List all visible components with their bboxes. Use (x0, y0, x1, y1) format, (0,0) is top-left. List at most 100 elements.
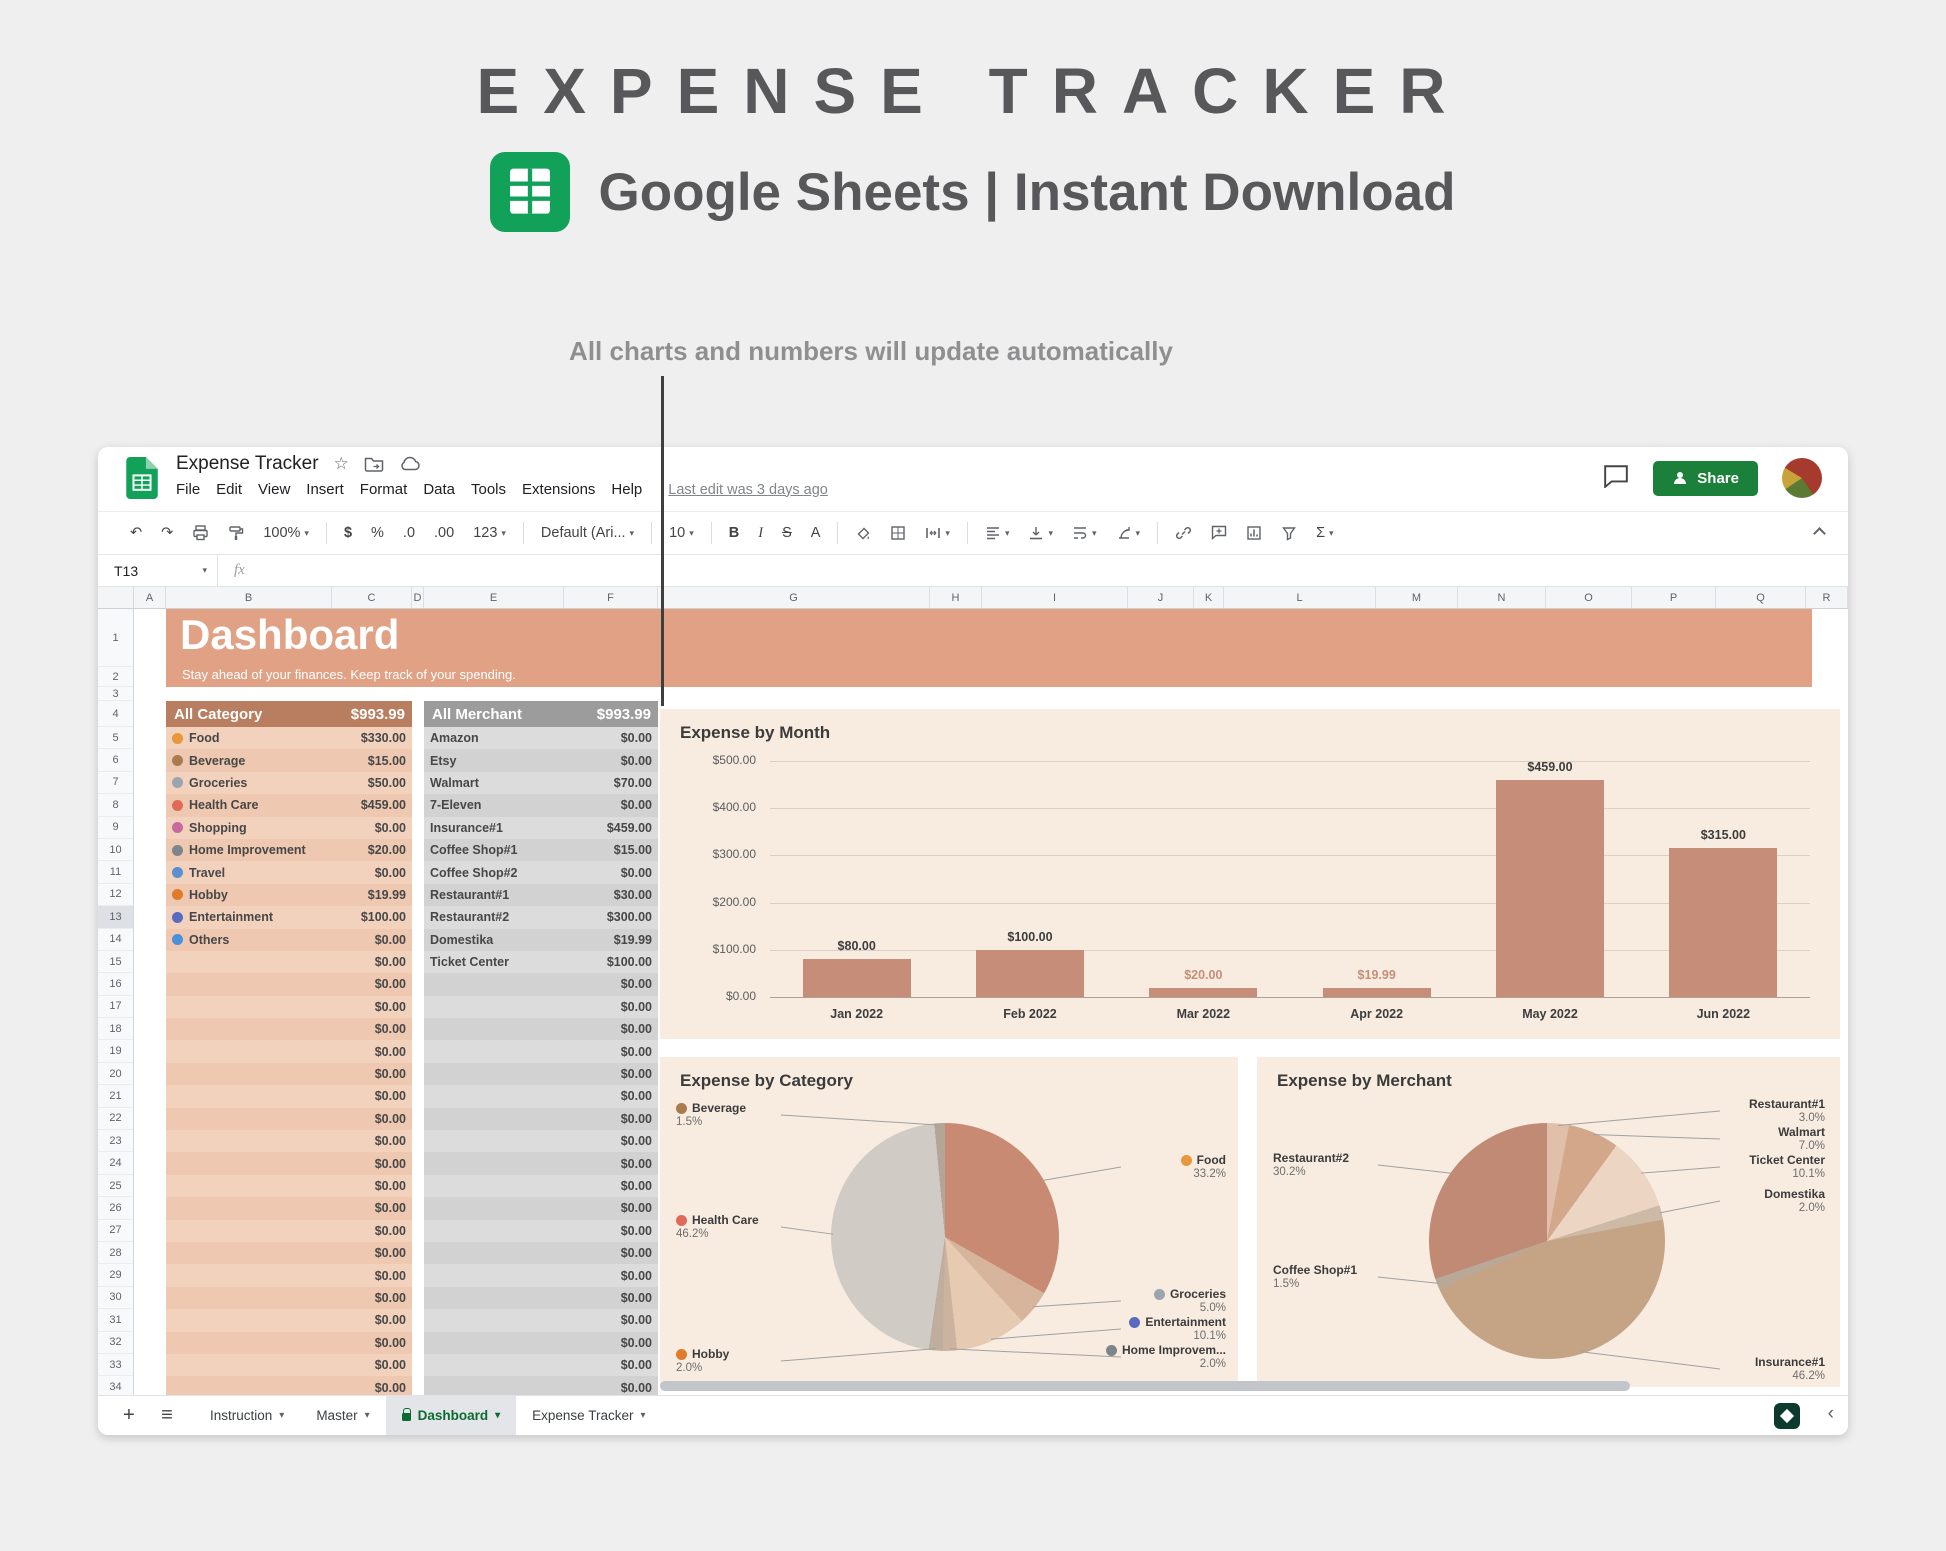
italic-button[interactable]: I (750, 521, 771, 546)
row-header-23[interactable]: 23 (98, 1130, 133, 1152)
row-header-26[interactable]: 26 (98, 1197, 133, 1219)
borders-icon[interactable] (882, 521, 914, 545)
table-row[interactable]: $0.00 (424, 996, 658, 1018)
table-row[interactable]: $0.00 (424, 1197, 658, 1219)
table-row[interactable]: $0.00 (424, 1354, 658, 1376)
row-header-9[interactable]: 9 (98, 817, 133, 839)
row-header-16[interactable]: 16 (98, 973, 133, 995)
paint-format-icon[interactable] (220, 521, 252, 545)
horizontal-align-icon[interactable]: ▾ (977, 521, 1018, 545)
table-row[interactable]: $0.00 (424, 1085, 658, 1107)
table-row[interactable]: $0.00 (424, 973, 658, 995)
table-row[interactable]: $0.00 (166, 1085, 412, 1107)
column-header-G[interactable]: G (658, 587, 930, 608)
all-sheets-icon[interactable]: ≡ (148, 1404, 186, 1427)
column-header-E[interactable]: E (424, 587, 564, 608)
table-row[interactable]: Health Care$459.00 (166, 794, 412, 816)
column-header-P[interactable]: P (1632, 587, 1716, 608)
table-row[interactable]: $0.00 (424, 1063, 658, 1085)
bold-button[interactable]: B (721, 521, 747, 545)
strikethrough-button[interactable]: S (774, 521, 800, 545)
column-header-N[interactable]: N (1458, 587, 1546, 608)
table-row[interactable]: $0.00 (166, 1130, 412, 1152)
table-row[interactable]: $0.00 (166, 1063, 412, 1085)
table-row[interactable]: Domestika$19.99 (424, 929, 658, 951)
add-sheet-icon[interactable]: + (110, 1404, 148, 1427)
column-header-H[interactable]: H (930, 587, 982, 608)
zoom-select[interactable]: 100%▾ (255, 521, 317, 545)
table-row[interactable]: Etsy$0.00 (424, 749, 658, 771)
insert-link-icon[interactable] (1167, 521, 1200, 545)
row-header-12[interactable]: 12 (98, 884, 133, 906)
row-header-17[interactable]: 17 (98, 996, 133, 1018)
table-row[interactable]: $0.00 (424, 1332, 658, 1354)
last-edit-link[interactable]: Last edit was 3 days ago (668, 482, 828, 498)
column-header-B[interactable]: B (166, 587, 332, 608)
column-header-Q[interactable]: Q (1716, 587, 1806, 608)
table-row[interactable]: $0.00 (424, 1220, 658, 1242)
horizontal-scrollbar[interactable] (660, 1381, 1630, 1391)
font-size-select[interactable]: 10▾ (661, 521, 702, 545)
row-header-6[interactable]: 6 (98, 749, 133, 771)
undo-icon[interactable]: ↶ (122, 521, 150, 545)
table-row[interactable]: $0.00 (424, 1175, 658, 1197)
number-format-button[interactable]: 123▾ (465, 521, 514, 545)
table-row[interactable]: Restaurant#1$30.00 (424, 884, 658, 906)
explore-icon[interactable] (1774, 1403, 1800, 1429)
table-row[interactable]: Insurance#1$459.00 (424, 817, 658, 839)
insert-comment-icon[interactable] (1203, 521, 1235, 545)
table-row[interactable]: Amazon$0.00 (424, 727, 658, 749)
table-row[interactable]: $0.00 (424, 1040, 658, 1062)
format-percent-button[interactable]: % (363, 521, 392, 545)
column-header-R[interactable]: R (1806, 587, 1848, 608)
sheets-file-icon[interactable] (126, 457, 158, 504)
star-icon[interactable]: ☆ (334, 454, 349, 474)
tab-master[interactable]: Master▾ (300, 1396, 385, 1435)
row-header-1[interactable]: 1 (98, 609, 133, 667)
category-pie-card[interactable]: Expense by Category Food33.2%Groceries5.… (660, 1057, 1238, 1387)
table-row[interactable]: Home Improvement$20.00 (166, 839, 412, 861)
menu-data[interactable]: Data (415, 481, 463, 498)
row-header-22[interactable]: 22 (98, 1108, 133, 1130)
functions-button[interactable]: Σ▾ (1308, 521, 1342, 545)
table-row[interactable]: Others$0.00 (166, 929, 412, 951)
row-header-11[interactable]: 11 (98, 861, 133, 883)
table-row[interactable]: $0.00 (424, 1376, 658, 1395)
row-header-30[interactable]: 30 (98, 1287, 133, 1309)
cloud-status-icon[interactable] (399, 456, 421, 472)
row-header-13[interactable]: 13 (98, 906, 133, 928)
merchant-pie-card[interactable]: Expense by Merchant Restaurant#13.0%Walm… (1257, 1057, 1840, 1387)
font-select[interactable]: Default (Ari...▾ (533, 521, 642, 545)
table-row[interactable]: $0.00 (166, 996, 412, 1018)
increase-decimals-button[interactable]: .00 (426, 521, 462, 545)
table-row[interactable]: Entertainment$100.00 (166, 906, 412, 928)
table-row[interactable]: $0.00 (166, 1152, 412, 1174)
table-row[interactable]: $0.00 (424, 1287, 658, 1309)
table-row[interactable]: Coffee Shop#2$0.00 (424, 861, 658, 883)
table-row[interactable]: $0.00 (424, 1018, 658, 1040)
table-row[interactable]: Beverage$15.00 (166, 749, 412, 771)
insert-chart-icon[interactable] (1238, 521, 1270, 545)
table-row[interactable]: $0.00 (166, 1220, 412, 1242)
column-header-A[interactable]: A (134, 587, 166, 608)
column-header-M[interactable]: M (1376, 587, 1458, 608)
row-header-19[interactable]: 19 (98, 1040, 133, 1062)
grid[interactable]: 1234567891011121314151617181920212223242… (98, 609, 1848, 1395)
row-header-18[interactable]: 18 (98, 1018, 133, 1040)
table-row[interactable]: Coffee Shop#1$15.00 (424, 839, 658, 861)
table-row[interactable]: Walmart$70.00 (424, 772, 658, 794)
filter-icon[interactable] (1273, 521, 1305, 545)
row-header-14[interactable]: 14 (98, 929, 133, 951)
row-header-27[interactable]: 27 (98, 1220, 133, 1242)
text-color-button[interactable]: A (811, 525, 821, 541)
menu-format[interactable]: Format (352, 481, 416, 498)
menu-view[interactable]: View (250, 481, 298, 498)
table-row[interactable]: $0.00 (424, 1152, 658, 1174)
menu-help[interactable]: Help (603, 481, 650, 498)
column-header-J[interactable]: J (1128, 587, 1194, 608)
table-row[interactable]: $0.00 (424, 1108, 658, 1130)
table-row[interactable]: $0.00 (166, 1197, 412, 1219)
table-row[interactable]: $0.00 (166, 1018, 412, 1040)
table-row[interactable]: $0.00 (166, 1354, 412, 1376)
row-header-3[interactable]: 3 (98, 687, 133, 701)
